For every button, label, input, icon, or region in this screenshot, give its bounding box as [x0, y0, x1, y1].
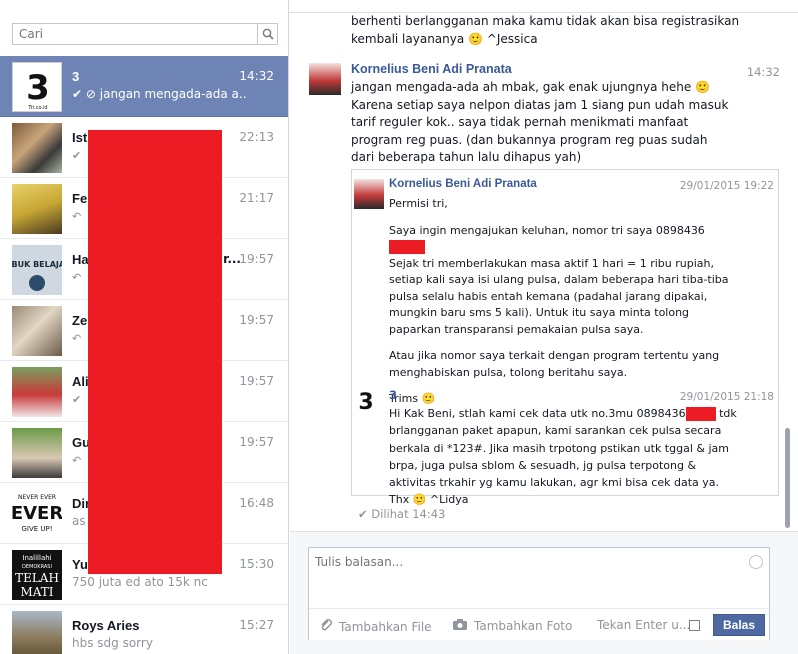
avatar: SIBUK BELAJAR — [12, 245, 62, 295]
svg-text:Inalillahi: Inalillahi — [22, 554, 51, 562]
add-file-button[interactable]: Tambahkan File — [319, 618, 432, 635]
conversation-preview: hbs sdg sorry — [72, 636, 153, 650]
message-text: berhenti berlangganan maka kamu tidak ak… — [351, 14, 740, 46]
reply-icon: ↶ — [72, 454, 82, 467]
avatar — [12, 428, 62, 478]
quoted-sender-name[interactable]: Kornelius Beni Adi Pranata — [389, 178, 537, 190]
svg-text:3: 3 — [358, 390, 373, 415]
search-box[interactable] — [12, 23, 278, 45]
seen-indicator: ✔ Dilihat 14:43 — [358, 507, 446, 521]
svg-text:3: 3 — [26, 68, 50, 108]
conversation-time: 19:57 — [239, 435, 274, 449]
message-text: jangan mengada-ada ah mbak, gak enak uju… — [351, 80, 729, 164]
avatar — [309, 63, 341, 95]
avatar: NEVER EVER EVER GIVE UP! — [12, 489, 62, 539]
enter-to-send-checkbox[interactable] — [689, 620, 700, 631]
search-input[interactable] — [13, 24, 253, 44]
avatar — [354, 179, 384, 209]
conversation-time: 15:30 — [239, 557, 274, 571]
svg-text:GIVE UP!: GIVE UP! — [21, 525, 52, 533]
message-time: 14:32 — [746, 65, 780, 79]
conversation-item[interactable]: Roys Aries 15:27 hbs sdg sorry — [0, 605, 288, 654]
svg-text:DEMOKRASI: DEMOKRASI — [22, 564, 52, 570]
quoted-conversation: Kornelius Beni Adi Pranata 29/01/2015 19… — [351, 169, 779, 506]
redaction-block — [389, 240, 425, 254]
check-icon: ✔ — [358, 507, 368, 521]
reply-icon: ↶ — [72, 271, 82, 284]
reply-icon: ↶ — [72, 332, 82, 345]
search-icon[interactable] — [257, 24, 277, 44]
svg-text:TELAH: TELAH — [15, 571, 59, 585]
avatar — [12, 123, 62, 173]
conversation-time: 19:57 — [239, 313, 274, 327]
composer-toolbar: Tambahkan File Tambahkan Foto Tekan Ente… — [309, 608, 769, 640]
conversation-name: Roys Aries — [72, 618, 140, 633]
conversation-time: 21:17 — [239, 191, 274, 205]
conversation-time: 16:48 — [239, 496, 274, 510]
conversation-time: 19:57 — [239, 252, 274, 266]
check-icon: ✔ — [72, 149, 82, 162]
message-thread: berhenti berlangganan maka kamu tidak ak… — [290, 0, 798, 654]
check-icon: ✔ — [72, 87, 83, 101]
conversation-time: 14:32 — [239, 69, 274, 83]
paperclip-icon — [319, 618, 333, 635]
avatar: Inalillahi DEMOKRASI TELAH MATI — [12, 550, 62, 600]
conversation-time: 15:27 — [239, 618, 274, 632]
svg-text:EVER: EVER — [12, 503, 62, 524]
add-photo-button[interactable]: Tambahkan Foto — [452, 618, 572, 634]
conversation-name: 3 — [72, 69, 80, 84]
attachment-icon: ⊘ — [85, 87, 96, 101]
reply-icon: ↶ — [72, 210, 82, 223]
svg-text:MATI: MATI — [20, 585, 53, 599]
conversation-sidebar: 3Tri.co.id 3 14:32 ✔ ⊘ jangan mengada-ad… — [0, 0, 289, 654]
quoted-message: Hi Kak Beni, stlah kami cek data utk no.… — [389, 407, 737, 507]
conversation-preview: 750 juta ed ato 15k nc — [72, 575, 208, 589]
brand-three-icon: 3 — [354, 387, 378, 417]
avatar — [12, 367, 62, 417]
reply-composer: Tambahkan File Tambahkan Foto Tekan Ente… — [290, 531, 798, 654]
conversation-time: 22:13 — [239, 130, 274, 144]
send-button[interactable]: Balas — [713, 614, 765, 636]
check-icon: ✔ — [72, 393, 82, 406]
svg-text:NEVER EVER: NEVER EVER — [18, 494, 56, 501]
quoted-time: 29/01/2015 21:18 — [679, 391, 774, 403]
redaction-block — [88, 130, 222, 574]
quoted-time: 29/01/2015 19:22 — [679, 180, 774, 192]
emoji-icon[interactable] — [749, 555, 763, 569]
sender-name[interactable]: Kornelius Beni Adi Pranata — [351, 62, 512, 76]
svg-text:SIBUK BELAJAR: SIBUK BELAJAR — [12, 260, 62, 269]
camera-icon — [452, 618, 468, 634]
quoted-message: Permisi tri, Saya ingin mengajukan keluh… — [389, 197, 729, 405]
avatar — [12, 611, 62, 654]
avatar — [12, 306, 62, 356]
avatar: 3 Tri.co.id — [12, 62, 62, 112]
reply-box: Tambahkan File Tambahkan Foto Tekan Ente… — [308, 547, 770, 640]
reply-input[interactable] — [309, 548, 739, 598]
conversation-time: 19:57 — [239, 374, 274, 388]
avatar — [12, 184, 62, 234]
redaction-block — [685, 407, 716, 421]
svg-text:Tri.co.id: Tri.co.id — [27, 105, 47, 111]
scrollbar[interactable] — [785, 428, 790, 528]
enter-to-send-label: Tekan Enter u... — [597, 618, 691, 632]
truncated-name-tail: r... — [223, 252, 241, 266]
conversation-item[interactable]: 3 Tri.co.id 3 14:32 ✔ ⊘ jangan mengada-ad… — [0, 56, 288, 117]
conversation-preview: ✔ ⊘ jangan mengada-ada a... — [72, 87, 247, 101]
quoted-sender-name[interactable]: 3 — [389, 388, 397, 402]
